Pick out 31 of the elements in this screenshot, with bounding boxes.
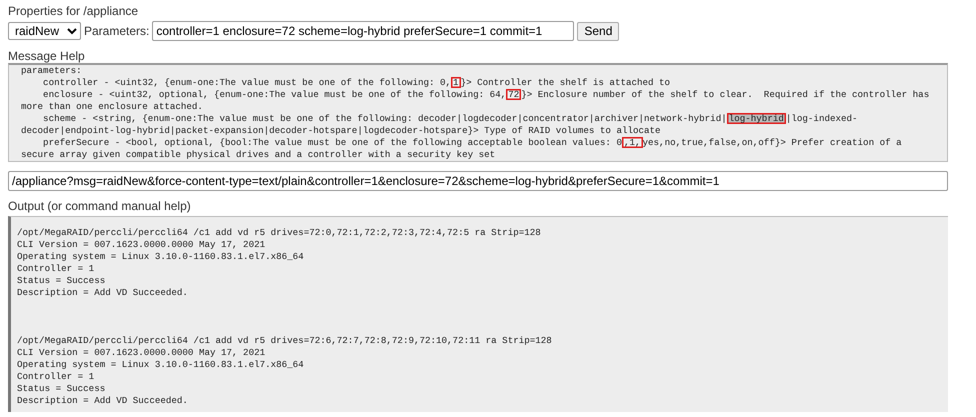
parameters-field[interactable]: controller=1 enclosure=72 scheme=log-hybrid preferSecure=1 commit=1	[152, 21, 574, 41]
help-line: controller - <uint32, {enum-one:The value must be one of the following: 0, 1 }> Controller the shelf is attached to	[42, 77, 672, 89]
help-line: enclosure - <uint32, optional, {enum-one:The value must be one of the following: 64, 72 }> Enclosure number of the shelf to clear. Required if the controller has	[42, 89, 930, 101]
help-line: scheme - <string, {enum-one:The value must be one of the following: decoder|logdecoder|concentrator|archiver|network-hybrid| log-hybrid |log-indexed-	[42, 113, 859, 125]
output-line: /opt/MegaRAID/perccli/perccli64 /c1 add vd r5 drives=72:0,72:1,72:2,72:3,72:4,72:5 ra Strip=128	[17, 227, 542, 239]
output-line: Status = Success	[17, 383, 106, 395]
section-title: Output (or command manual help)	[8, 199, 191, 213]
help-line: parameters:	[21, 65, 83, 77]
boxed-value: 1	[451, 77, 461, 88]
output-line: Description = Add VD Succeeded.	[17, 395, 189, 407]
help-line: decoder|endpoint-log-hybrid|packet-expansion|decoder-hotspare|logdecoder-hotspare}> Type of RAID volumes to allocate	[21, 125, 662, 137]
output-line: Controller = 1	[17, 371, 96, 383]
url-field[interactable]: /appliance?msg=raidNew&force-content-type=text/plain&controller=1&enclosure=72&scheme=log-hybrid&preferSecure=1&commit=1	[8, 171, 948, 191]
message-dropdown[interactable]: raidNew	[8, 22, 81, 40]
help-line: more than one enclosure attached.	[21, 101, 204, 113]
boxed-value: 72	[506, 89, 522, 100]
output-line: CLI Version = 007.1623.0000.0000 May 17, 2021	[17, 347, 266, 359]
send-button[interactable]: Send	[577, 22, 620, 40]
highlighted-value: log-hybrid	[726, 113, 786, 124]
output-line: CLI Version = 007.1623.0000.0000 May 17, 2021	[17, 239, 266, 251]
panel-title: Properties for /appliance	[8, 4, 138, 18]
output-line: Controller = 1	[17, 263, 96, 275]
output-line: Status = Success	[17, 275, 106, 287]
parameters-label: Parameters:	[84, 24, 150, 38]
help-line: secure array given compatible physical drives and a controller with a security key set	[21, 149, 496, 161]
boxed-value: ,1,	[622, 137, 643, 148]
output-line: Description = Add VD Succeeded.	[17, 287, 189, 299]
section-title: Message Help	[8, 49, 85, 63]
output-line: Operating system = Linux 3.10.0-1160.83.1.el7.x86_64	[17, 251, 305, 263]
output-line: /opt/MegaRAID/perccli/perccli64 /c1 add vd r5 drives=72:6,72:7,72:8,72:9,72:10,72:11 ra Strip=128	[17, 335, 553, 347]
output-line: Operating system = Linux 3.10.0-1160.83.1.el7.x86_64	[17, 359, 305, 371]
